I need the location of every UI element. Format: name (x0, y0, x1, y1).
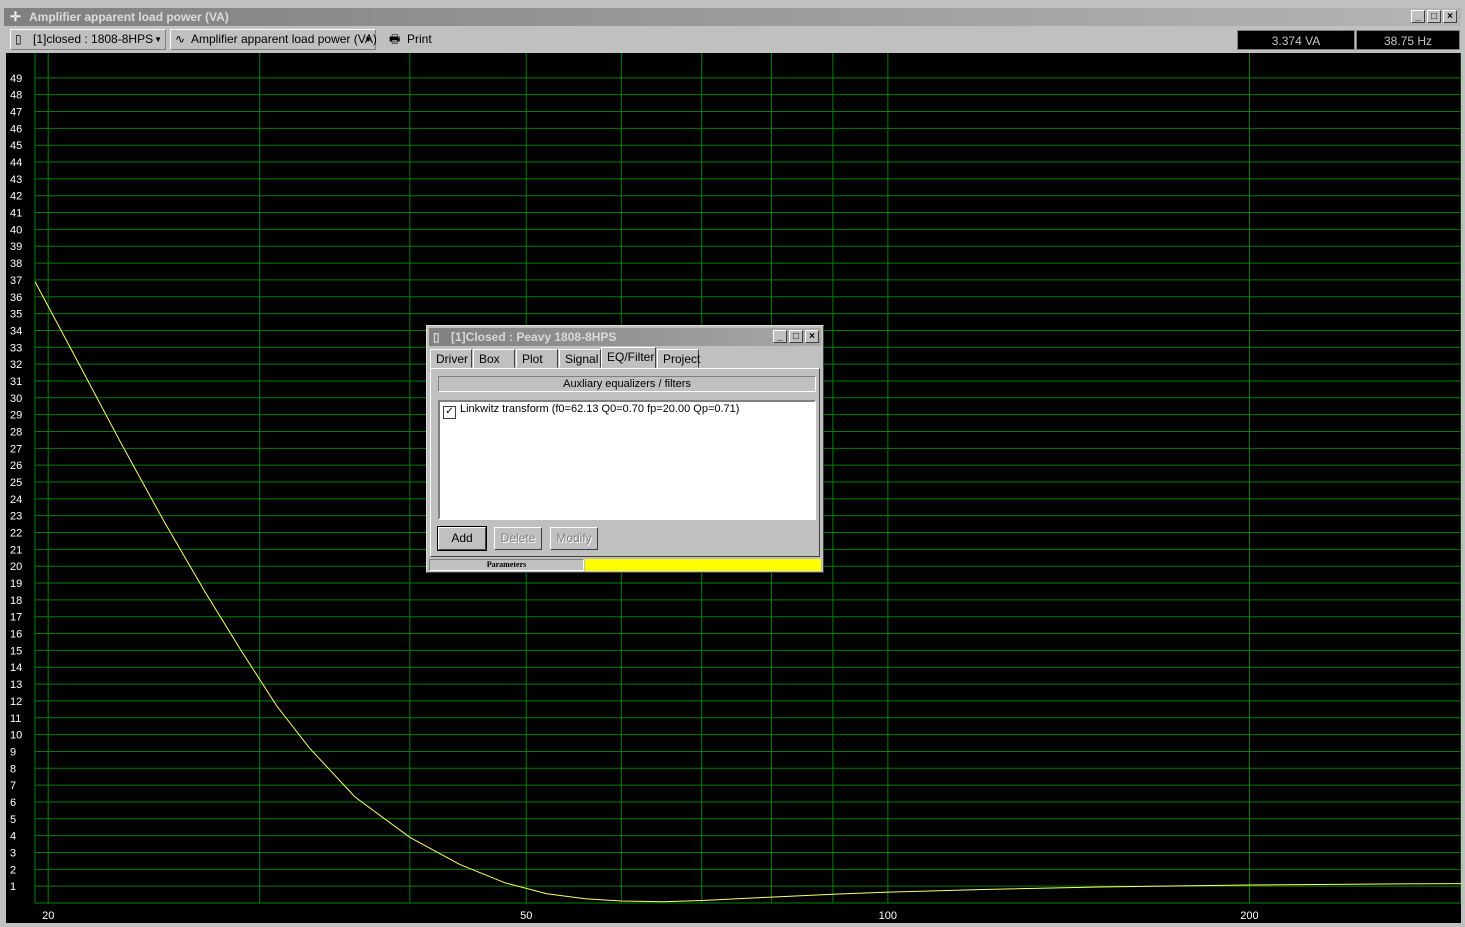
eq-filter-panel: Auxliary equalizers / filters ✓ Linkwitz … (430, 368, 820, 557)
y-tick-label: 29 (10, 410, 22, 422)
x-tick-label: 50 (520, 910, 532, 922)
y-tick-label: 26 (10, 460, 22, 472)
y-tick-label: 25 (10, 477, 22, 489)
close-button[interactable]: × (1443, 10, 1457, 23)
list-item[interactable]: ✓ Linkwitz transform (f0=62.13 Q0=0.70 fp… (443, 403, 739, 419)
y-tick-label: 22 (10, 528, 22, 540)
title-bar[interactable]: ✛ Amplifier apparent load power (VA) _ □… (4, 8, 1461, 26)
tab-eq-filter[interactable]: EQ/Filter (601, 347, 656, 369)
y-tick-label: 33 (10, 342, 22, 354)
tab-box[interactable]: Box (473, 349, 515, 368)
tab-plot[interactable]: Plot (516, 349, 558, 368)
chevron-down-icon: ▼ (364, 35, 372, 44)
modify-button[interactable]: Modify (550, 527, 598, 550)
y-tick-label: 42 (10, 191, 22, 203)
y-tick-label: 37 (10, 275, 22, 287)
y-tick-label: 1 (10, 881, 16, 893)
y-tick-label: 5 (10, 814, 16, 826)
y-tick-label: 13 (10, 679, 22, 691)
y-tick-label: 47 (10, 107, 22, 119)
delete-button[interactable]: Delete (494, 527, 542, 550)
y-tick-label: 7 (10, 780, 16, 792)
y-tick-label: 14 (10, 662, 22, 674)
dialog-title-bar[interactable]: ▯ [1]Closed : Peavy 1808-8HPS _ □ × (429, 328, 821, 346)
y-tick-label: 39 (10, 241, 22, 253)
speaker-box-icon: ▯ (15, 32, 22, 46)
toolbar: ▯ [1]closed : 1808-8HPS ▼ ∿ Amplifier ap… (4, 28, 1461, 52)
maximize-button[interactable]: □ (1427, 10, 1441, 23)
dialog-close-button[interactable]: × (805, 330, 819, 343)
y-tick-label: 46 (10, 123, 22, 135)
filter-list[interactable]: ✓ Linkwitz transform (f0=62.13 Q0=0.70 fp… (438, 400, 816, 520)
waveform-icon: ∿ (175, 32, 186, 46)
dialog-title: [1]Closed : Peavy 1808-8HPS (451, 330, 617, 344)
y-tick-label: 8 (10, 763, 16, 775)
printer-icon: 🖶 (389, 32, 401, 46)
print-button[interactable]: 🖶 Print (384, 29, 432, 50)
graph-type-select[interactable]: ∿ Amplifier apparent load power (VA) ▼ (170, 29, 377, 50)
y-tick-label: 41 (10, 208, 22, 220)
dialog-maximize-button[interactable]: □ (789, 330, 803, 343)
y-tick-label: 38 (10, 258, 22, 270)
y-tick-label: 34 (10, 325, 22, 337)
y-tick-label: 27 (10, 443, 22, 455)
y-tick-label: 6 (10, 797, 16, 809)
tab-project[interactable]: Project (657, 349, 700, 368)
y-tick-label: 30 (10, 393, 22, 405)
y-tick-label: 24 (10, 494, 22, 506)
y-tick-label: 2 (10, 864, 16, 876)
y-tick-label: 21 (10, 544, 22, 556)
enclosure-dialog: ▯ [1]Closed : Peavy 1808-8HPS _ □ × Driv… (426, 325, 824, 573)
section-header: Auxliary equalizers / filters (438, 376, 816, 392)
y-tick-label: 18 (10, 595, 22, 607)
y-tick-label: 35 (10, 309, 22, 321)
y-tick-label: 45 (10, 140, 22, 152)
speaker-box-icon: ▯ (433, 330, 440, 344)
y-tick-label: 12 (10, 696, 22, 708)
y-tick-label: 9 (10, 746, 16, 758)
y-tick-label: 43 (10, 174, 22, 186)
minimize-button[interactable]: _ (1411, 10, 1425, 23)
y-tick-label: 49 (10, 73, 22, 85)
chevron-down-icon: ▼ (154, 35, 162, 44)
y-tick-label: 32 (10, 359, 22, 371)
y-tick-label: 44 (10, 157, 22, 169)
y-tick-label: 11 (10, 713, 21, 725)
graph-type-select-value: Amplifier apparent load power (VA) (191, 32, 377, 46)
crosshair-icon: ✛ (10, 9, 21, 24)
enclosure-select[interactable]: ▯ [1]closed : 1808-8HPS ▼ (10, 29, 166, 50)
y-tick-label: 48 (10, 90, 22, 102)
y-tick-label: 19 (10, 578, 22, 590)
y-tick-label: 20 (10, 561, 22, 573)
tab-driver[interactable]: Driver (430, 349, 472, 368)
y-tick-label: 40 (10, 224, 22, 236)
add-button[interactable]: Add (437, 526, 487, 551)
y-tick-label: 15 (10, 645, 22, 657)
y-tick-label: 23 (10, 511, 22, 523)
filter-checkbox[interactable]: ✓ (443, 406, 456, 419)
power-readout: 3.374 VA (1237, 30, 1355, 50)
y-tick-label: 31 (10, 376, 22, 388)
y-tick-label: 10 (10, 730, 22, 742)
status-label: Parameters (429, 559, 584, 571)
y-tick-label: 16 (10, 629, 22, 641)
y-tick-label: 17 (10, 612, 22, 624)
x-tick-label: 20 (42, 910, 54, 922)
x-tick-label: 200 (1240, 910, 1258, 922)
enclosure-select-value: [1]closed : 1808-8HPS (33, 32, 154, 46)
frequency-readout: 38.75 Hz (1356, 30, 1460, 50)
y-tick-label: 4 (10, 831, 16, 843)
y-tick-label: 36 (10, 292, 22, 304)
y-tick-label: 3 (10, 847, 16, 859)
dialog-minimize-button[interactable]: _ (773, 330, 787, 343)
status-bar: Parameters (429, 559, 821, 571)
x-tick-label: 100 (879, 910, 897, 922)
tab-signal[interactable]: Signal (559, 349, 601, 368)
y-tick-label: 28 (10, 426, 22, 438)
window-title: Amplifier apparent load power (VA) (29, 10, 229, 24)
filter-label: Linkwitz transform (f0=62.13 Q0=0.70 fp=… (460, 403, 740, 415)
print-label: Print (407, 32, 432, 46)
status-indicator (585, 559, 821, 571)
